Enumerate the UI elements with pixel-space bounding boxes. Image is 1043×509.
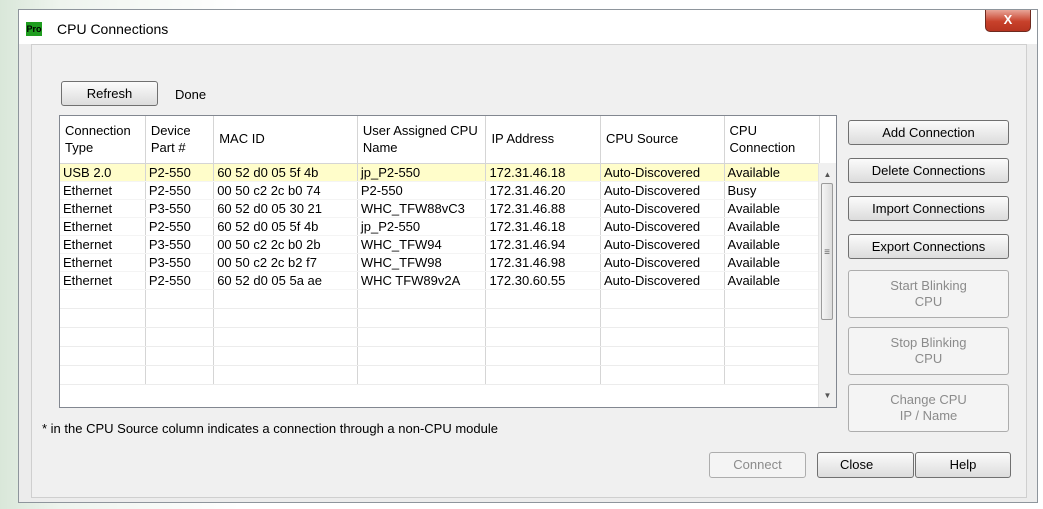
empty-row: [60, 327, 821, 347]
delete-connections-button[interactable]: Delete Connections: [848, 158, 1009, 183]
cell: Auto-Discovered: [600, 271, 725, 290]
export-connections-button[interactable]: Export Connections: [848, 234, 1009, 259]
table-row[interactable]: Ethernet P3-550 00 50 c2 2c b2 f7 WHC_TF…: [60, 253, 821, 272]
scroll-down-icon[interactable]: ▼: [819, 387, 836, 404]
table-row[interactable]: Ethernet P3-550 00 50 c2 2c b0 2b WHC_TF…: [60, 235, 821, 254]
connections-grid: Connection Type Device Part # MAC ID Use…: [60, 116, 821, 385]
cell: 172.31.46.94: [485, 235, 601, 254]
cell: P3-550: [145, 253, 215, 272]
col-cpu-source[interactable]: CPU Source: [600, 116, 725, 164]
empty-row: [60, 289, 821, 309]
table-row[interactable]: Ethernet P3-550 60 52 d0 05 30 21 WHC_TF…: [60, 199, 821, 218]
cell: P2-550: [145, 217, 215, 236]
col-cpu-name[interactable]: User Assigned CPU Name: [357, 116, 487, 164]
cell: 172.31.46.98: [485, 253, 601, 272]
cell: Available: [724, 217, 821, 236]
cell: 60 52 d0 05 30 21: [213, 199, 358, 218]
title-bar: Pro CPU Connections X: [19, 10, 1037, 44]
cell: Auto-Discovered: [600, 163, 725, 182]
col-ip-address[interactable]: IP Address: [485, 116, 601, 164]
cell: 00 50 c2 2c b0 74: [213, 181, 358, 200]
add-connection-button[interactable]: Add Connection: [848, 120, 1009, 145]
cell: Available: [724, 253, 821, 272]
cell: P3-550: [145, 199, 215, 218]
refresh-status: Done: [175, 87, 207, 102]
empty-row: [60, 365, 821, 385]
cell: 172.31.46.18: [485, 163, 601, 182]
cell: 00 50 c2 2c b0 2b: [213, 235, 358, 254]
cell: jp_P2-550: [357, 163, 487, 182]
cell: P2-550: [145, 181, 215, 200]
cell: P2-550: [145, 163, 215, 182]
cell: 172.31.46.88: [485, 199, 601, 218]
cell: 60 52 d0 05 5a ae: [213, 271, 358, 290]
col-cpu-connection[interactable]: CPU Connection: [724, 116, 821, 164]
cell: P2-550: [145, 271, 215, 290]
cell: WHC_TFW88vC3: [357, 199, 487, 218]
table-header-row: Connection Type Device Part # MAC ID Use…: [60, 116, 821, 164]
cell: Ethernet: [60, 199, 146, 218]
cell: WHC_TFW98: [357, 253, 487, 272]
scroll-thumb[interactable]: ≡: [821, 183, 833, 320]
cell: Available: [724, 235, 821, 254]
cell: P3-550: [145, 235, 215, 254]
cell: WHC TFW89v2A: [357, 271, 487, 290]
connect-button[interactable]: Connect: [709, 452, 806, 478]
cell: WHC_TFW94: [357, 235, 487, 254]
app-icon: Pro: [26, 22, 42, 36]
cell: Auto-Discovered: [600, 253, 725, 272]
cell: jp_P2-550: [357, 217, 487, 236]
empty-row: [60, 346, 821, 366]
cell: Auto-Discovered: [600, 217, 725, 236]
change-cpu-ip-name-button[interactable]: Change CPU IP / Name: [848, 384, 1009, 432]
table-row[interactable]: Ethernet P2-550 60 52 d0 05 5a ae WHC TF…: [60, 271, 821, 290]
col-device-part[interactable]: Device Part #: [145, 116, 215, 164]
cell: USB 2.0: [60, 163, 146, 182]
cell: 172.31.46.18: [485, 217, 601, 236]
col-connection-type[interactable]: Connection Type: [60, 116, 146, 164]
cell: Ethernet: [60, 217, 146, 236]
table-row[interactable]: USB 2.0 P2-550 60 52 d0 05 5f 4b jp_P2-5…: [60, 163, 821, 182]
help-button[interactable]: Help: [915, 452, 1011, 478]
cell: Available: [724, 163, 821, 182]
refresh-button[interactable]: Refresh: [61, 81, 158, 106]
cell: Available: [724, 271, 821, 290]
cell: 172.30.60.55: [485, 271, 601, 290]
cell: Auto-Discovered: [600, 235, 725, 254]
close-button[interactable]: Close: [817, 452, 914, 478]
import-connections-button[interactable]: Import Connections: [848, 196, 1009, 221]
connections-table: Connection Type Device Part # MAC ID Use…: [59, 115, 837, 408]
stop-blinking-cpu-button[interactable]: Stop Blinking CPU: [848, 327, 1009, 375]
cell: Ethernet: [60, 271, 146, 290]
cell: Auto-Discovered: [600, 181, 725, 200]
close-window-button[interactable]: X: [985, 10, 1031, 32]
start-blinking-cpu-button[interactable]: Start Blinking CPU: [848, 270, 1009, 318]
col-mac-id[interactable]: MAC ID: [213, 116, 358, 164]
scroll-up-icon[interactable]: ▲: [819, 166, 836, 183]
table-row[interactable]: Ethernet P2-550 60 52 d0 05 5f 4b jp_P2-…: [60, 217, 821, 236]
cell: 60 52 d0 05 5f 4b: [213, 163, 358, 182]
cell: 60 52 d0 05 5f 4b: [213, 217, 358, 236]
cell: Auto-Discovered: [600, 199, 725, 218]
empty-row: [60, 308, 821, 328]
cell: Busy: [724, 181, 821, 200]
cell: Ethernet: [60, 181, 146, 200]
cell: 172.31.46.20: [485, 181, 601, 200]
cell: P2-550: [357, 181, 487, 200]
table-row[interactable]: Ethernet P2-550 00 50 c2 2c b0 74 P2-550…: [60, 181, 821, 200]
vertical-scrollbar[interactable]: ▲ ≡ ▼: [818, 163, 836, 407]
cpu-source-footnote: * in the CPU Source column indicates a c…: [42, 421, 498, 436]
cell: Ethernet: [60, 235, 146, 254]
cell: Ethernet: [60, 253, 146, 272]
cell: Available: [724, 199, 821, 218]
window-title: CPU Connections: [57, 21, 169, 37]
cell: 00 50 c2 2c b2 f7: [213, 253, 358, 272]
